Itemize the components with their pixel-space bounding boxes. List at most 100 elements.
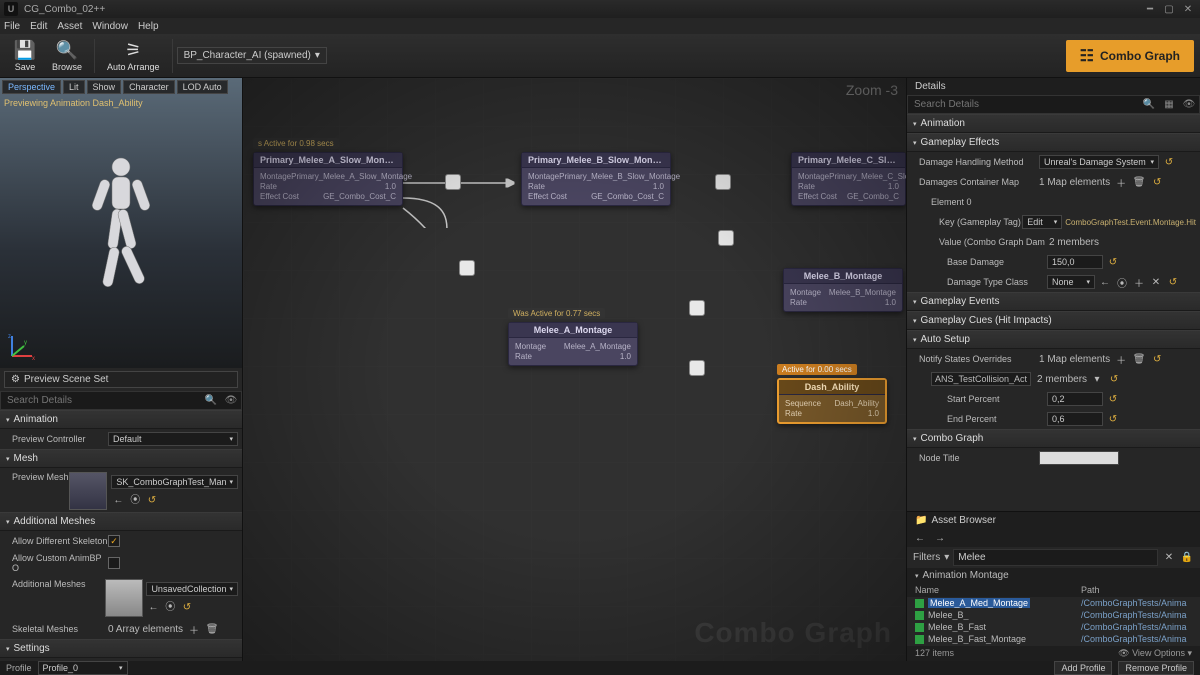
add-profile-button[interactable]: Add Profile — [1054, 661, 1112, 675]
add-element-icon[interactable]: ＋ — [1114, 352, 1128, 366]
menu-edit[interactable]: Edit — [30, 21, 47, 32]
preview-viewport[interactable]: Perspective Lit Show Character LOD Auto … — [0, 78, 242, 368]
minimize-icon[interactable]: ━ — [1142, 3, 1158, 15]
transition-icon[interactable] — [459, 260, 475, 276]
menu-file[interactable]: File — [4, 21, 20, 32]
start-pct-input[interactable] — [1047, 392, 1103, 406]
node-title-input[interactable] — [1039, 451, 1119, 465]
dropdown-icon[interactable]: ▾ — [1090, 372, 1104, 386]
vp-show[interactable]: Show — [87, 80, 122, 94]
dmg-type-dropdown[interactable]: None — [1047, 275, 1095, 289]
locate-icon[interactable]: ⦿ — [163, 599, 177, 613]
add-icon[interactable]: ＋ — [1132, 275, 1146, 289]
left-search-input[interactable] — [1, 392, 201, 409]
clear-filter-icon[interactable]: ✕ — [1162, 551, 1176, 565]
cat-auto-setup[interactable]: Auto Setup — [907, 330, 1200, 349]
save-button[interactable]: 💾 Save — [6, 37, 44, 74]
node-primary-a-slow[interactable]: Primary_Melee_A_Slow_Montage MontagePrim… — [253, 152, 403, 206]
vp-perspective[interactable]: Perspective — [2, 80, 61, 94]
clear-elements-icon[interactable]: 🗑 — [1132, 175, 1146, 189]
close-icon[interactable]: ✕ — [1180, 3, 1196, 15]
asset-type-row[interactable]: Animation Montage — [907, 568, 1200, 583]
preview-controller-dropdown[interactable]: Default — [108, 432, 238, 446]
clear-icon[interactable]: ✕ — [1149, 275, 1163, 289]
details-search-input[interactable] — [908, 96, 1139, 113]
asset-list[interactable]: Melee_A_Med_Montage/ComboGraphTests/Anim… — [907, 597, 1200, 646]
preview-mesh-dropdown[interactable]: SK_ComboGraphTest_Man — [111, 475, 238, 489]
clear-elements-icon[interactable]: 🗑 — [205, 622, 219, 636]
reset-icon[interactable]: ↺ — [145, 494, 159, 508]
dmg-method-dropdown[interactable]: Unreal's Damage System — [1039, 155, 1159, 169]
menu-window[interactable]: Window — [92, 21, 128, 32]
cat-animation[interactable]: Animation — [907, 114, 1200, 133]
end-pct-input[interactable] — [1047, 412, 1103, 426]
details-tab[interactable]: Details — [907, 78, 1200, 95]
locate-icon[interactable]: ⦿ — [128, 492, 142, 506]
asset-row[interactable]: Melee_B_/ComboGraphTests/Anima — [907, 609, 1200, 621]
cat-gameplay-effects[interactable]: Gameplay Effects — [907, 133, 1200, 152]
key-tag-edit[interactable]: Edit — [1022, 215, 1062, 229]
clear-elements-icon[interactable]: 🗑 — [1132, 352, 1146, 366]
add-element-icon[interactable]: ＋ — [1114, 175, 1128, 189]
menu-help[interactable]: Help — [138, 21, 159, 32]
cat-gameplay-cues[interactable]: Gameplay Cues (Hit Impacts) — [907, 311, 1200, 330]
mesh-thumb-icon[interactable] — [69, 472, 107, 510]
base-dmg-input[interactable] — [1047, 255, 1103, 269]
prev-arrow-icon[interactable]: ← — [1098, 275, 1112, 289]
search-icon[interactable]: 🔍 — [1139, 96, 1159, 113]
cat-additional-meshes[interactable]: Additional Meshes — [0, 512, 242, 531]
node-primary-b-slow[interactable]: Primary_Melee_B_Slow_Montage MontagePrim… — [521, 152, 671, 206]
graph-canvas[interactable]: Zoom -3 Combo Graph s Active for 0.98 se… — [243, 78, 906, 661]
nav-fwd-icon[interactable]: → — [933, 531, 947, 545]
transition-icon[interactable] — [689, 300, 705, 316]
auto-arrange-button[interactable]: ⚞ Auto Arrange — [99, 37, 168, 74]
node-melee-a[interactable]: Melee_A_Montage MontageMelee_A_Montage R… — [508, 322, 638, 366]
asset-row[interactable]: Melee_B_Fast_Montage/ComboGraphTests/Ani… — [907, 633, 1200, 645]
node-primary-c-slow[interactable]: Primary_Melee_C_Slow_Montage MontagePrim… — [791, 152, 906, 206]
cat-settings[interactable]: Settings — [0, 639, 242, 658]
reset-icon[interactable]: ↺ — [1150, 352, 1164, 366]
search-icon[interactable]: 🔍 — [201, 392, 221, 409]
filters-label[interactable]: Filters — [913, 552, 940, 563]
profile-dropdown[interactable]: Profile_0 — [38, 661, 128, 675]
reset-icon[interactable]: ↺ — [1106, 392, 1120, 406]
allow-custom-anim-checkbox[interactable] — [108, 557, 120, 569]
cat-combo-graph[interactable]: Combo Graph — [907, 429, 1200, 448]
combo-graph-button[interactable]: ☷ Combo Graph — [1066, 40, 1194, 72]
allow-diff-skel-checkbox[interactable] — [108, 535, 120, 547]
node-melee-b[interactable]: Melee_B_Montage MontageMelee_B_Montage R… — [783, 268, 903, 312]
asset-row[interactable]: Melee_B_Fast/ComboGraphTests/Anima — [907, 621, 1200, 633]
filter-icon[interactable]: 👁 — [1179, 96, 1199, 113]
filter-icon[interactable]: 👁 — [221, 392, 241, 409]
asset-row[interactable]: Melee_A_Med_Montage/ComboGraphTests/Anim… — [907, 597, 1200, 609]
cat-gameplay-events[interactable]: Gameplay Events — [907, 292, 1200, 311]
collection-thumb-icon[interactable] — [105, 579, 143, 617]
col-name[interactable]: Name — [907, 585, 1077, 595]
asset-filter-input[interactable] — [953, 549, 1158, 566]
transition-icon[interactable] — [445, 174, 461, 190]
vp-character[interactable]: Character — [123, 80, 175, 94]
remove-profile-button[interactable]: Remove Profile — [1118, 661, 1194, 675]
cat-mesh[interactable]: Mesh — [0, 449, 242, 468]
node-dash-ability[interactable]: Dash_Ability SequenceDash_Ability Rate1.… — [777, 378, 887, 424]
transition-icon[interactable] — [689, 360, 705, 376]
nav-back-icon[interactable]: ← — [913, 531, 927, 545]
spawn-dropdown[interactable]: BP_Character_AI (spawned)▾ — [177, 47, 327, 64]
reset-icon[interactable]: ↺ — [1166, 275, 1180, 289]
view-options[interactable]: 👁 View Options ▾ — [1118, 648, 1192, 659]
additional-meshes-dropdown[interactable]: UnsavedCollection — [146, 582, 238, 596]
reset-icon[interactable]: ↺ — [1106, 412, 1120, 426]
reset-icon[interactable]: ↺ — [1106, 255, 1120, 269]
vp-lit[interactable]: Lit — [63, 80, 85, 94]
transition-icon[interactable] — [718, 230, 734, 246]
prev-arrow-icon[interactable]: ← — [146, 601, 160, 615]
maximize-icon[interactable]: ▢ — [1161, 3, 1177, 15]
cat-animation[interactable]: Animation — [0, 410, 242, 429]
transition-icon[interactable] — [715, 174, 731, 190]
add-element-icon[interactable]: ＋ — [187, 622, 201, 636]
reset-icon[interactable]: ↺ — [180, 601, 194, 615]
reset-icon[interactable]: ↺ — [1107, 372, 1121, 386]
asset-browser-tab[interactable]: Asset Browser — [931, 515, 995, 526]
reset-icon[interactable]: ↺ — [1162, 155, 1176, 169]
lock-icon[interactable]: 🔒 — [1180, 551, 1194, 565]
